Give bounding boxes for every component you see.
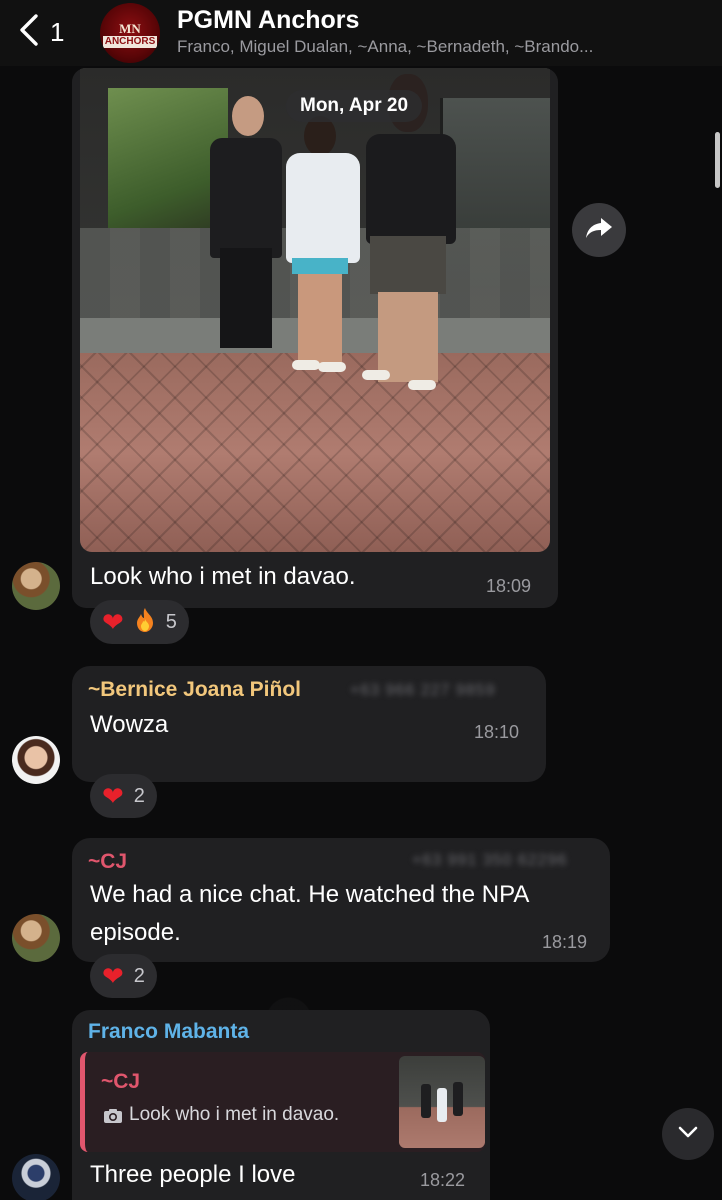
sender-name[interactable]: ~Bernice Joana Piñol: [88, 678, 301, 702]
back-button[interactable]: 1: [18, 13, 78, 52]
message-time: 18:19: [542, 932, 588, 952]
message-text: Three people I love: [90, 1161, 296, 1188]
message-photo[interactable]: [80, 68, 550, 552]
message-text: Wowza: [90, 711, 169, 738]
message-bubble[interactable]: ~CJ +63 991 350 62296 We had a nice chat…: [72, 838, 610, 962]
message-text-line-2: episode.: [90, 919, 181, 946]
avatar-logo-text: MN: [119, 21, 141, 36]
forward-button[interactable]: [572, 203, 626, 257]
sender-name[interactable]: ~CJ: [88, 850, 127, 874]
heart-icon: ❤: [102, 961, 124, 991]
avatar[interactable]: [12, 736, 60, 784]
message-bubble[interactable]: ~Bernice Joana Piñol +63 966 227 9859 Wo…: [72, 666, 546, 782]
reply-quote[interactable]: ~CJ Look who i met in davao.: [80, 1052, 485, 1152]
message-time: 18:10: [474, 722, 520, 742]
sender-phone: +63 966 227 9859: [350, 682, 496, 699]
fire-icon: [134, 607, 156, 638]
reply-thumbnail: [399, 1056, 485, 1148]
avatar[interactable]: [12, 914, 60, 962]
chat-screen: 1 MN ANCHORS PGMN Anchors Franco, Miguel…: [0, 0, 722, 1200]
message-text-line-1: We had a nice chat. He watched the NPA: [90, 881, 530, 908]
chevron-down-icon: [677, 1125, 699, 1144]
message-time: 18:09: [486, 576, 532, 596]
scrollbar-thumb[interactable]: [715, 132, 720, 188]
reaction-count: 5: [165, 610, 177, 633]
message-reactions[interactable]: ❤ 2: [90, 954, 157, 998]
message-reactions[interactable]: ❤ 2: [90, 774, 157, 818]
group-avatar[interactable]: MN ANCHORS: [100, 3, 160, 63]
chat-header: 1 MN ANCHORS PGMN Anchors Franco, Miguel…: [0, 0, 722, 66]
message-time: 18:22: [420, 1170, 466, 1190]
reaction-count: 2: [133, 784, 145, 807]
scroll-down-button[interactable]: [662, 1108, 714, 1160]
message-reactions[interactable]: ❤ 5: [90, 600, 189, 644]
avatar[interactable]: [12, 562, 60, 610]
heart-icon: ❤: [102, 781, 124, 811]
sender-phone: +63 991 350 62296: [412, 852, 568, 869]
group-members[interactable]: Franco, Miguel Dualan, ~Anna, ~Bernadeth…: [177, 37, 697, 57]
reply-text: Look who i met in davao.: [129, 1104, 340, 1125]
avatar-logo-subtext: ANCHORS: [102, 36, 158, 48]
reply-sender: ~CJ: [101, 1070, 141, 1093]
group-title[interactable]: PGMN Anchors: [177, 6, 359, 35]
chevron-left-icon: [18, 13, 40, 52]
sender-name[interactable]: Franco Mabanta: [88, 1020, 249, 1044]
reaction-count: 2: [133, 964, 145, 987]
photo-message-bubble[interactable]: Look who i met in davao. 18:09: [72, 68, 558, 608]
avatar[interactable]: [12, 1154, 60, 1200]
message-text: Look who i met in davao.: [90, 563, 356, 590]
forward-share-icon: [585, 216, 613, 245]
unread-count: 1: [50, 16, 65, 47]
date-separator: Mon, Apr 20: [286, 90, 423, 122]
heart-icon: ❤: [102, 607, 124, 637]
camera-icon: [103, 1108, 123, 1129]
